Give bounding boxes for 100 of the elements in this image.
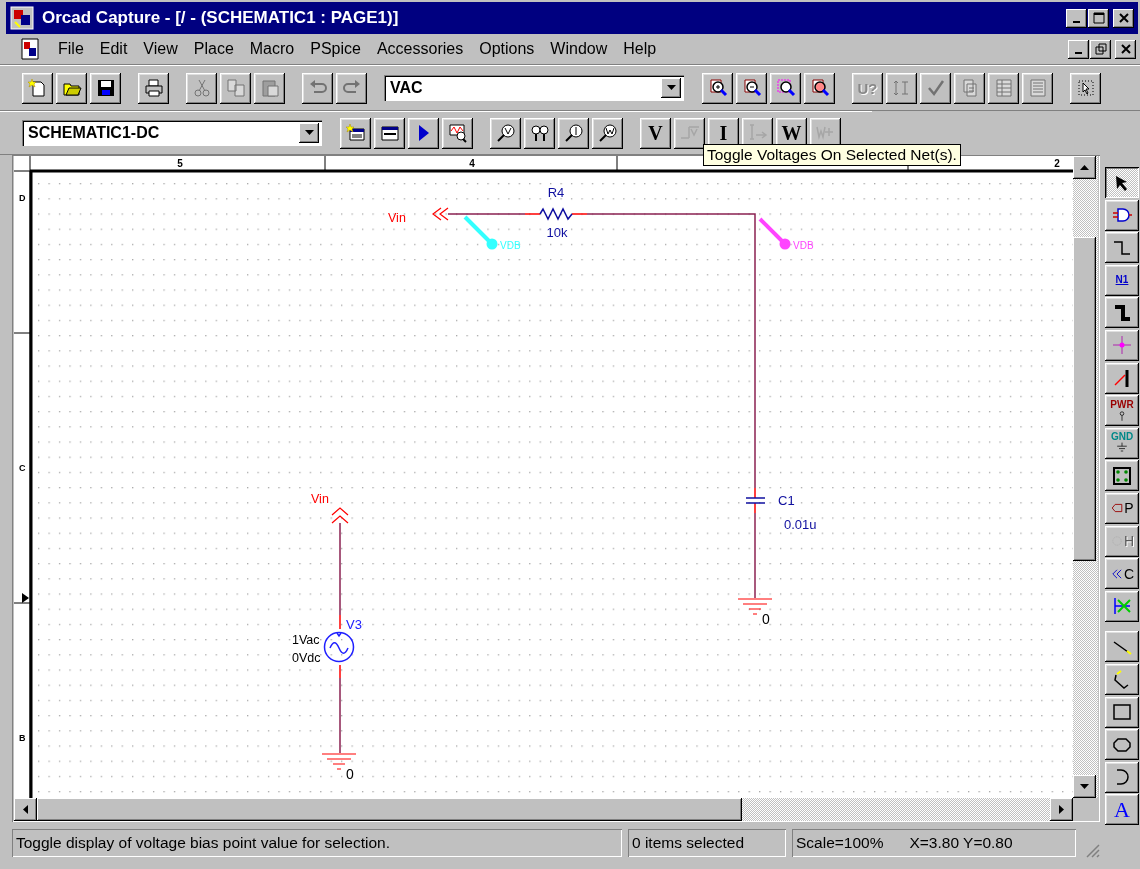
left-arrow-icon: [21, 805, 30, 814]
current-probe-icon: [563, 123, 584, 143]
toolbar-button[interactable]: [592, 117, 623, 149]
palette-button[interactable]: [1105, 460, 1139, 492]
toolbar-button[interactable]: [408, 117, 439, 149]
list-icon: [1027, 78, 1048, 98]
palette-button[interactable]: P: [1105, 492, 1139, 524]
down-arrow-icon: [1080, 782, 1089, 791]
dropdown-button[interactable]: [299, 123, 319, 143]
palette-button[interactable]: [1105, 696, 1139, 728]
component-reference: R4: [547, 185, 565, 200]
toolbar-button[interactable]: [736, 72, 767, 104]
zoom-scale: Scale=100%: [796, 834, 884, 852]
toolbar-button[interactable]: V: [640, 117, 671, 149]
restore-icon: [1094, 43, 1107, 55]
toolbar-button[interactable]: [1070, 72, 1101, 104]
spreadsheet-icon: [993, 78, 1014, 98]
toolbar-button[interactable]: [770, 72, 801, 104]
close-button[interactable]: [1113, 8, 1134, 28]
status-message: Toggle display of voltage bias point value for selection.: [12, 829, 622, 857]
toolbar-button[interactable]: [490, 117, 521, 149]
menu-item[interactable]: PSpice: [302, 38, 369, 60]
printer-icon: [143, 78, 164, 98]
scroll-right-button[interactable]: [1050, 798, 1073, 821]
component-reference: C1: [778, 493, 795, 508]
menu-item[interactable]: File: [50, 38, 92, 60]
net-label: Vin: [311, 492, 329, 506]
palette-button[interactable]: [1105, 761, 1139, 793]
toolbar-button[interactable]: [56, 72, 87, 104]
toolbar-button[interactable]: [524, 117, 555, 149]
window-icon: [379, 123, 400, 143]
palette-button[interactable]: C: [1105, 558, 1139, 590]
source-ac-value: 1Vac: [292, 633, 320, 647]
zoom-all-icon: [809, 78, 830, 98]
maximize-button[interactable]: [1088, 8, 1109, 28]
minimize-button[interactable]: [1066, 8, 1087, 28]
palette-button[interactable]: [1105, 631, 1139, 663]
toolbar-button[interactable]: [702, 72, 733, 104]
palette-button[interactable]: A: [1105, 794, 1139, 826]
toolbar-button[interactable]: [138, 72, 169, 104]
ground-net-label: 0: [762, 611, 770, 627]
close-icon: [1117, 12, 1130, 24]
scroll-up-button[interactable]: [1073, 156, 1096, 179]
horizontal-scrollbar[interactable]: [14, 798, 1073, 821]
menu-item[interactable]: Place: [185, 38, 242, 60]
scroll-down-button[interactable]: [1073, 775, 1096, 798]
ruler-label: B: [19, 733, 26, 743]
menu-item[interactable]: Window: [542, 38, 616, 60]
palette-button[interactable]: [1105, 297, 1139, 329]
palette-button[interactable]: [1105, 167, 1139, 198]
palette-button[interactable]: [1105, 199, 1139, 231]
toolbar-button[interactable]: [340, 117, 371, 149]
no-connect-x-icon: [1112, 596, 1132, 617]
menu-item[interactable]: Edit: [91, 38, 136, 60]
menu-item[interactable]: Accessories: [368, 38, 472, 60]
scroll-left-button[interactable]: [14, 798, 37, 821]
bus-icon: [1112, 302, 1132, 323]
close-icon: [1119, 43, 1132, 55]
vertical-scrollbar[interactable]: [1073, 156, 1098, 798]
palette-button[interactable]: [1105, 590, 1139, 622]
component-value: 10k: [546, 225, 568, 240]
menu-item[interactable]: Options: [471, 38, 543, 60]
clipboard-icon: [259, 78, 280, 98]
combo-box[interactable]: VAC: [384, 75, 684, 101]
scrollbar-thumb[interactable]: [37, 798, 742, 821]
caret-icon: [304, 130, 314, 136]
minimize-icon: [1073, 21, 1080, 23]
right-arrow-icon: [1057, 805, 1066, 814]
dropdown-button[interactable]: [661, 78, 681, 98]
toolbar-button[interactable]: [374, 117, 405, 149]
close-button[interactable]: [1115, 39, 1136, 59]
source-dc-value: 0Vdc: [292, 651, 321, 665]
toolbar-button[interactable]: [804, 72, 835, 104]
palette-button[interactable]: [1105, 232, 1139, 264]
toolbar-button[interactable]: [558, 117, 589, 149]
tooltip: Toggle Voltages On Selected Net(s).: [703, 144, 961, 166]
toolbar-button[interactable]: [22, 72, 53, 104]
menu-item[interactable]: View: [135, 38, 186, 60]
menu-item[interactable]: Help: [615, 38, 665, 60]
up-arrow-icon: [1080, 163, 1089, 172]
ground-symbol: [321, 753, 357, 770]
palette-button[interactable]: [1105, 329, 1139, 361]
document-icon[interactable]: [20, 38, 40, 60]
ground-symbol: [737, 598, 773, 615]
cursor-coordinates: X=3.80 Y=0.80: [909, 834, 1013, 852]
restore-button[interactable]: [1090, 39, 1111, 59]
palette-button[interactable]: [1105, 362, 1139, 394]
palette-button[interactable]: N1: [1105, 264, 1139, 296]
toolbar-button[interactable]: [90, 72, 121, 104]
palette-button[interactable]: PWR: [1105, 395, 1139, 427]
combo-box[interactable]: SCHEMATIC1-DC: [22, 120, 322, 146]
scrollbar-thumb[interactable]: [1073, 237, 1096, 561]
palette-button[interactable]: [1105, 663, 1139, 695]
ruler-label: D: [19, 193, 26, 203]
palette-button[interactable]: [1105, 729, 1139, 761]
power-probe-icon: [597, 123, 618, 143]
minimize-button[interactable]: [1068, 39, 1089, 59]
ground-symbol-icon: [1115, 442, 1129, 455]
menu-item[interactable]: Macro: [241, 38, 303, 60]
toolbar-button[interactable]: [442, 117, 473, 149]
